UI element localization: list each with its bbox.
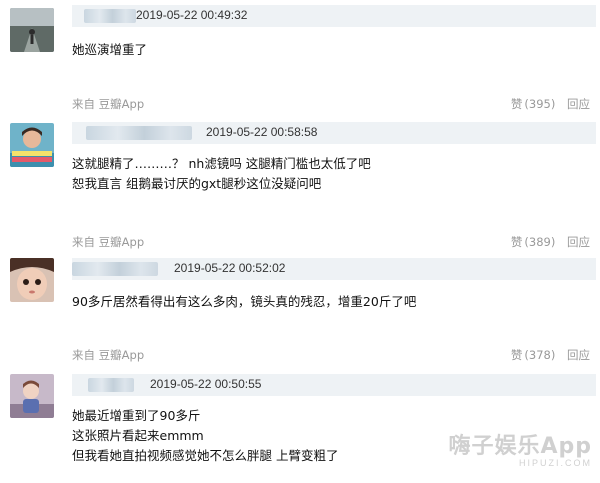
comment-line: 但我看她直拍视频感觉她不怎么胖腿 上臂变粗了 [72,448,339,463]
comment-line: 她最近增重到了90多斤 [72,408,201,423]
watermark: 嗨子娱乐App HIPUZI.COM [448,428,592,468]
like-button[interactable]: 赞 [511,348,523,362]
username-blurred[interactable] [88,378,134,392]
comment-source: 来自 豆瓣App [72,235,145,249]
comment-source: 来自 豆瓣App [72,348,145,362]
comment-item: 2019-05-22 00:58:58 这就腿精了………？ nh滤镜吗 这腿精门… [0,118,600,250]
comment-timestamp: 2019-05-22 00:50:55 [150,377,262,391]
user-avatar[interactable] [10,374,54,418]
comment-line: 恕我直言 组鹅最讨厌的gxt腿秒这位没疑问吧 [72,176,322,191]
user-avatar[interactable] [10,8,54,52]
comment-line: 这张照片看起来emmm [72,428,204,443]
comment-text: 她巡演增重了 [72,40,147,60]
comment-meta: 来自 豆瓣App 赞 (389) 回应 [72,234,590,250]
comment-timestamp: 2019-05-22 00:52:02 [174,261,286,275]
comment-line: 90多斤居然看得出有这么多肉，镜头真的残忍，增重20斤了吧 [72,294,417,309]
comment-text: 90多斤居然看得出有这么多肉，镜头真的残忍，增重20斤了吧 [72,292,416,312]
username-blurred[interactable] [72,262,158,276]
user-avatar[interactable] [10,258,54,302]
comment-header: 2019-05-22 00:58:58 [72,122,596,144]
comment-text: 这就腿精了………？ nh滤镜吗 这腿精门槛也太低了吧 恕我直言 组鹅最讨厌的gx… [72,154,371,194]
comment-header: 2019-05-22 00:52:02 [72,258,596,280]
username-blurred[interactable] [84,9,136,23]
watermark-title: 嗨子娱乐App [448,434,592,459]
like-count: (378) [524,348,556,362]
comment-source: 来自 豆瓣App [72,97,145,111]
comment-item: 2019-05-22 00:49:32 她巡演增重了 来自 豆瓣App 赞 (39… [0,0,600,118]
like-button[interactable]: 赞 [511,235,523,249]
comment-header: 2019-05-22 00:50:55 [72,374,596,396]
like-button[interactable]: 赞 [511,97,523,111]
comment-line: 她巡演增重了 [72,42,148,57]
reply-button[interactable]: 回应 [567,235,590,249]
comment-timestamp: 2019-05-22 00:49:32 [136,8,248,22]
comment-item: 2019-05-22 00:52:02 90多斤居然看得出有这么多肉，镜头真的残… [0,250,600,368]
comment-header: 2019-05-22 00:49:32 [72,5,596,27]
like-count: (395) [524,97,556,111]
comment-meta: 来自 豆瓣App 赞 (378) 回应 [72,347,590,363]
comment-timestamp: 2019-05-22 00:58:58 [206,125,318,139]
user-avatar[interactable] [10,123,54,167]
comment-meta: 来自 豆瓣App 赞 (395) 回应 [72,96,590,112]
username-blurred[interactable] [86,126,192,140]
reply-button[interactable]: 回应 [567,348,590,362]
comment-text: 她最近增重到了90多斤 这张照片看起来emmm 但我看她直拍视频感觉她不怎么胖腿… [72,406,338,466]
reply-button[interactable]: 回应 [567,97,590,111]
like-count: (389) [524,235,556,249]
comment-line: 这就腿精了………？ nh滤镜吗 这腿精门槛也太低了吧 [72,156,371,171]
